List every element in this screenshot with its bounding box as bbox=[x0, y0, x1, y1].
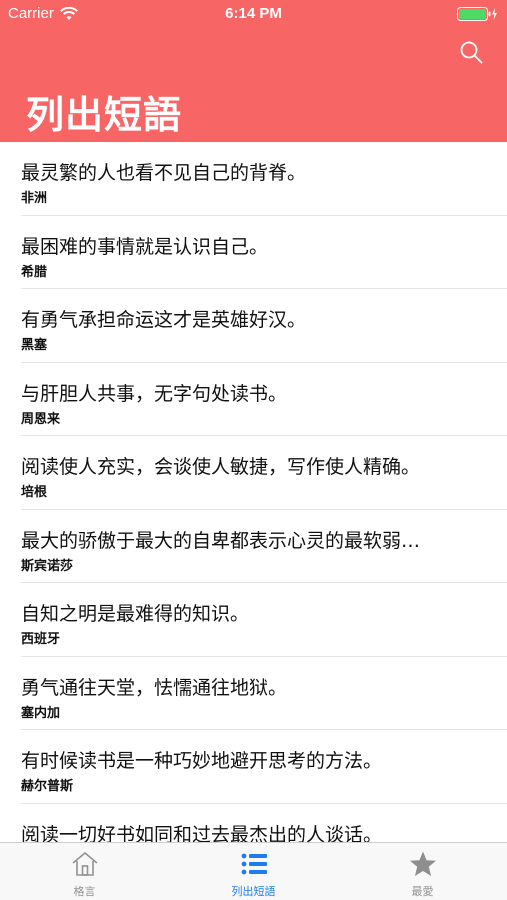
list-item[interactable]: 勇气通往天堂，怯懦通往地狱。塞内加 bbox=[0, 657, 507, 731]
search-icon[interactable] bbox=[459, 40, 483, 64]
tab-bar: 格言 列出短語 最愛 bbox=[0, 842, 507, 900]
quote-author: 赫尔普斯 bbox=[21, 779, 74, 794]
star-icon bbox=[409, 851, 436, 876]
tab-quotes[interactable]: 格言 bbox=[0, 843, 169, 900]
quote-text: 自知之明是最难得的知识。 bbox=[21, 603, 250, 625]
quote-author: 培根 bbox=[21, 485, 48, 500]
list-item[interactable]: 有时候读书是一种巧妙地避开思考的方法。赫尔普斯 bbox=[0, 730, 507, 804]
quote-author: 塞内加 bbox=[21, 705, 61, 721]
battery-icon bbox=[457, 7, 497, 21]
quote-author: 斯宾诺莎 bbox=[21, 558, 74, 574]
quote-text: 勇气通往天堂，怯懦通往地狱。 bbox=[21, 676, 288, 699]
navigation-header: Carrier 6:14 PM 列出短語 bbox=[0, 0, 507, 142]
quote-author: 周恩来 bbox=[21, 411, 61, 427]
list-item[interactable]: 阅读使人充实，会谈使人敏捷，写作使人精确。培根 bbox=[0, 436, 507, 510]
quote-text: 有时候读书是一种巧妙地避开思考的方法。 bbox=[21, 750, 383, 772]
page-title: 列出短語 bbox=[26, 93, 183, 137]
quote-text: 有勇气承担命运这才是英雄好汉。 bbox=[21, 309, 307, 331]
list-item[interactable]: 最困难的事情就是认识自己。希腊 bbox=[0, 216, 507, 290]
list-item[interactable]: 阅读一切好书如同和过去最杰出的人谈话。 bbox=[0, 804, 507, 843]
quote-text: 最灵繁的人也看不见自己的背脊。 bbox=[21, 162, 307, 184]
quote-text: 与肝胆人共事，无字句处读书。 bbox=[21, 382, 288, 405]
quote-text: 最困难的事情就是认识自己。 bbox=[21, 235, 269, 258]
quote-author: 非洲 bbox=[21, 191, 48, 206]
list-item[interactable]: 自知之明是最难得的知识。西班牙 bbox=[0, 583, 507, 657]
tab-label-favorites: 最愛 bbox=[411, 885, 434, 898]
tab-favorites[interactable]: 最愛 bbox=[338, 843, 507, 900]
status-time: 6:14 PM bbox=[225, 5, 282, 22]
tab-label-quotes: 格言 bbox=[73, 885, 96, 898]
list-icon bbox=[241, 853, 267, 875]
quote-text: 阅读使人充实，会谈使人敏捷，写作使人精确。 bbox=[21, 456, 421, 478]
list-item[interactable]: 与肝胆人共事，无字句处读书。周恩来 bbox=[0, 363, 507, 437]
quote-text: 阅读一切好书如同和过去最杰出的人谈话。 bbox=[21, 823, 383, 843]
quote-author: 希腊 bbox=[21, 264, 48, 280]
list-item[interactable]: 最灵繁的人也看不见自己的背脊。非洲 bbox=[0, 142, 507, 216]
list-item[interactable]: 有勇气承担命运这才是英雄好汉。黑塞 bbox=[0, 289, 507, 363]
status-bar: Carrier 6:14 PM bbox=[0, 0, 507, 28]
tab-list-phrases[interactable]: 列出短語 bbox=[169, 843, 338, 900]
quote-text: 最大的骄傲于最大的自卑都表示心灵的最软弱… bbox=[21, 529, 421, 552]
tab-label-list-phrases: 列出短語 bbox=[231, 885, 276, 898]
quote-author: 西班牙 bbox=[21, 632, 61, 647]
quote-author: 黑塞 bbox=[21, 338, 48, 353]
list-item[interactable]: 最大的骄傲于最大的自卑都表示心灵的最软弱… 斯宾诺莎 bbox=[0, 510, 507, 584]
home-icon bbox=[71, 852, 98, 876]
quote-list[interactable]: 最灵繁的人也看不见自己的背脊。非洲最困难的事情就是认识自己。希腊有勇气承担命运这… bbox=[0, 142, 507, 842]
